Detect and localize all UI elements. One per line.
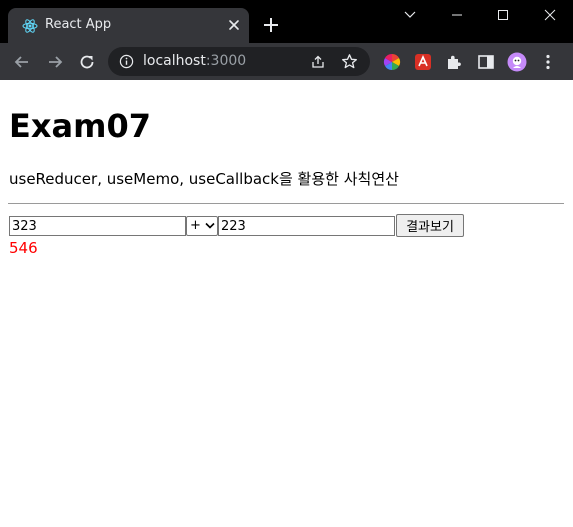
color-extension-icon[interactable]: [382, 52, 402, 72]
new-tab-plus-icon[interactable]: [262, 16, 280, 34]
second-number-input[interactable]: [218, 216, 395, 236]
url-text: localhost:3000: [143, 53, 247, 69]
close-tab-icon[interactable]: [226, 17, 242, 33]
site-info-icon[interactable]: [119, 54, 134, 69]
result-value: 546: [9, 239, 38, 257]
react-logo-icon: [22, 19, 38, 33]
side-panel-icon[interactable]: [476, 52, 496, 72]
minimize-icon[interactable]: [434, 0, 480, 30]
address-bar[interactable]: localhost:3000: [108, 47, 370, 76]
profile-avatar[interactable]: [507, 52, 527, 72]
maximize-icon[interactable]: [480, 0, 526, 30]
first-number-input[interactable]: [9, 216, 186, 236]
show-result-button[interactable]: 결과보기: [396, 214, 464, 237]
bookmark-star-icon[interactable]: [341, 53, 358, 70]
menu-kebab-icon[interactable]: [538, 52, 558, 72]
close-window-icon[interactable]: [527, 0, 573, 30]
browser-toolbar: localhost:3000: [0, 43, 573, 80]
page-content: Exam07 useReducer, useMemo, useCallback을…: [0, 80, 573, 527]
chevron-down-icon: [205, 222, 215, 229]
red-extension-icon[interactable]: [413, 52, 433, 72]
operator-selected-value: +: [190, 218, 201, 233]
divider: [8, 203, 564, 204]
browser-tab[interactable]: React App: [8, 8, 249, 43]
tab-search-chevron-icon[interactable]: [387, 0, 433, 30]
page-description: useReducer, useMemo, useCallback을 활용한 사칙…: [9, 170, 399, 188]
forward-arrow-icon[interactable]: [45, 52, 65, 72]
operator-select[interactable]: +: [186, 216, 218, 236]
extensions-puzzle-icon[interactable]: [444, 52, 464, 72]
page-heading: Exam07: [9, 107, 151, 145]
reload-icon[interactable]: [77, 52, 97, 72]
back-arrow-icon[interactable]: [12, 52, 32, 72]
share-icon[interactable]: [310, 54, 326, 70]
browser-tab-strip: React App: [0, 0, 573, 43]
tab-title: React App: [45, 17, 112, 32]
